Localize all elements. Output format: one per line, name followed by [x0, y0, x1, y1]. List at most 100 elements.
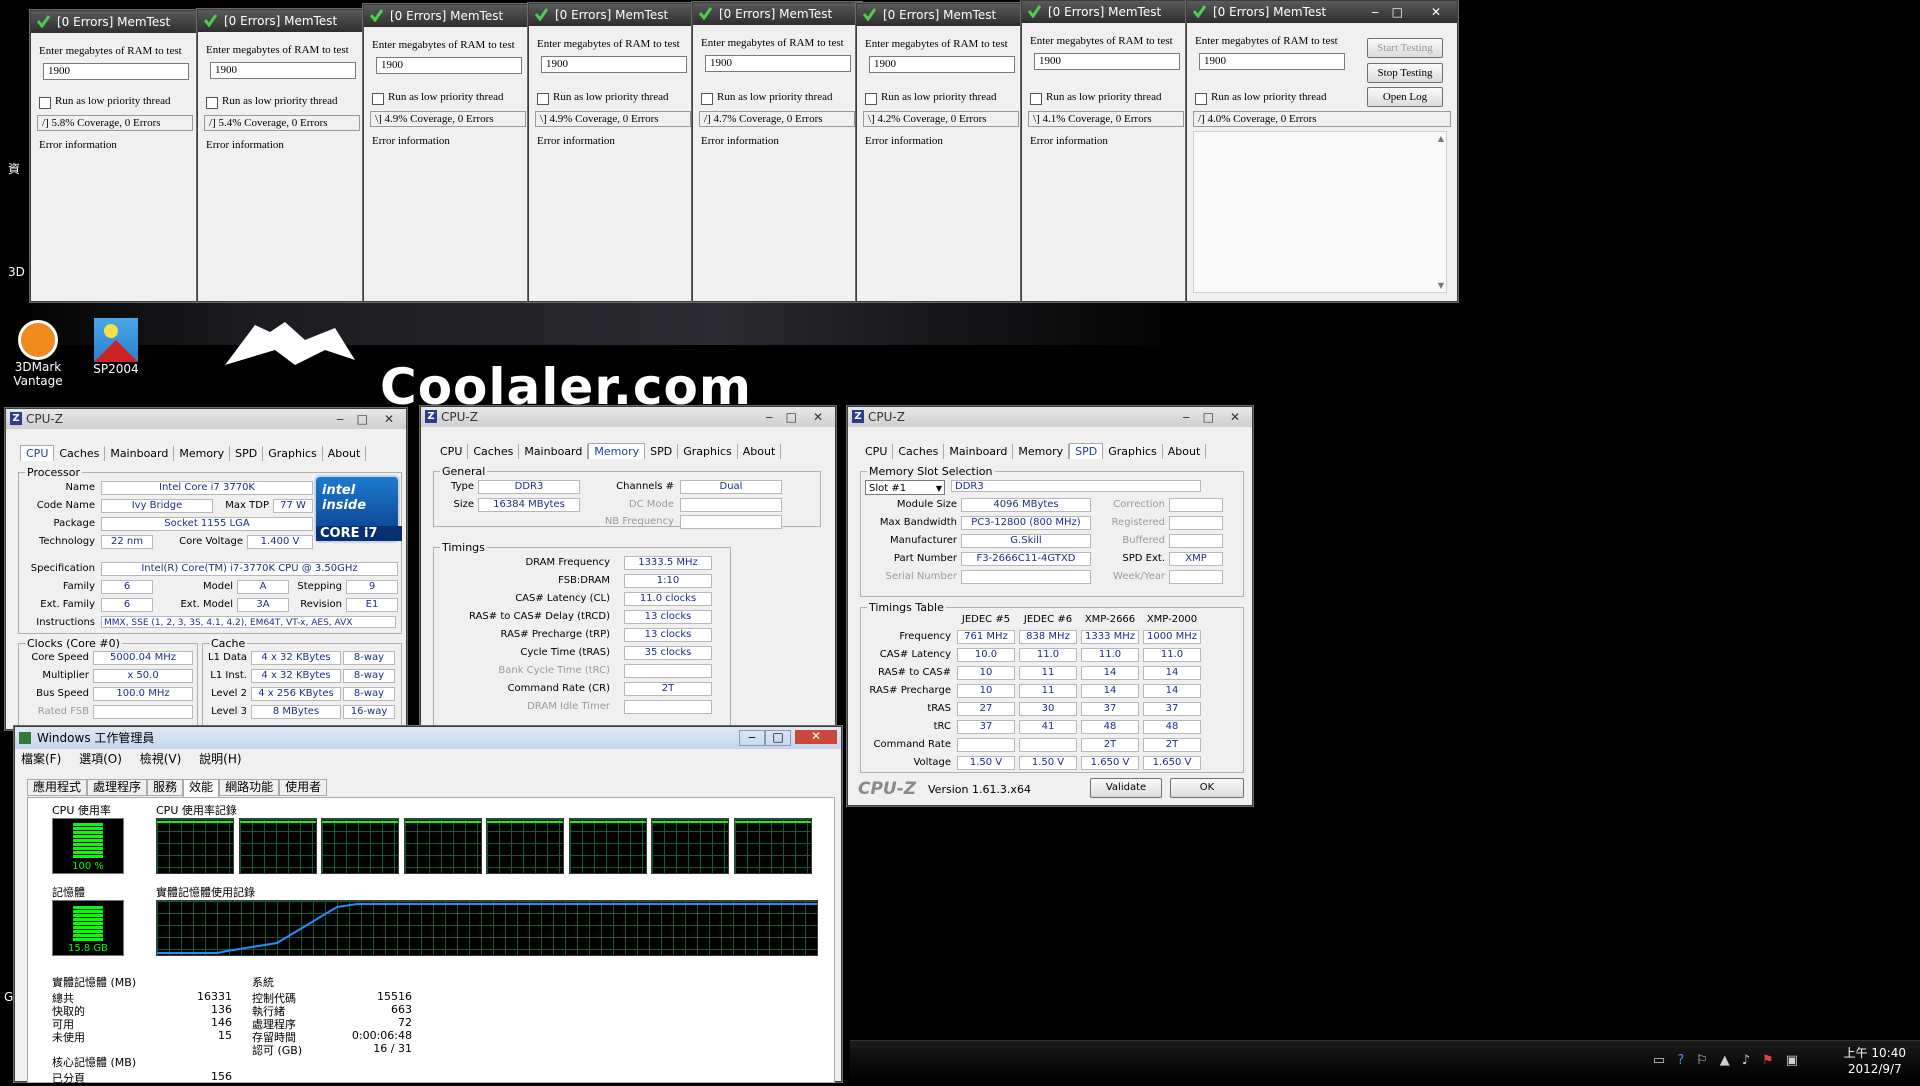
memtest-titlebar: [0 Errors] MemTest — [1022, 1, 1190, 23]
ram-amount-input[interactable]: 1900 — [869, 56, 1015, 73]
low-priority-checkbox[interactable] — [39, 97, 51, 109]
ram-amount-input[interactable]: 1900 — [1034, 53, 1180, 70]
ram-amount-input[interactable]: 1900 — [705, 55, 851, 72]
tab-spd[interactable]: SPD — [230, 446, 264, 461]
ram-amount-input[interactable]: 1900 — [1199, 53, 1345, 70]
maximize-icon[interactable]: □ — [1392, 1, 1403, 23]
menu-file[interactable]: 檔案(F) — [21, 752, 61, 766]
tab-mainboard[interactable]: Mainboard — [519, 444, 589, 459]
low-priority-checkbox[interactable] — [865, 93, 877, 105]
tab-memory[interactable]: Memory — [174, 446, 231, 461]
tab-mainboard[interactable]: Mainboard — [105, 446, 175, 461]
cpuz-titlebar: Z CPU-Z ‒ □ ✕ — [421, 407, 835, 427]
flag-icon[interactable]: ⚑ — [1762, 1053, 1786, 1068]
error-log-textarea[interactable]: ▲ ▼ — [1193, 131, 1447, 293]
tab-caches[interactable]: Caches — [893, 444, 945, 459]
help-icon[interactable]: ? — [1677, 1053, 1696, 1068]
slot-select[interactable]: Slot #1 ▼ — [865, 480, 945, 495]
group-title: Timings Table — [867, 601, 946, 614]
network-icon[interactable]: ⚐ — [1696, 1053, 1720, 1068]
ram-amount-input[interactable]: 1900 — [376, 57, 522, 74]
tab-cpu[interactable]: CPU — [20, 445, 55, 461]
menu-options[interactable]: 選項(O) — [79, 752, 122, 766]
display-icon[interactable]: ▣ — [1786, 1053, 1810, 1068]
low-priority-checkbox[interactable] — [206, 97, 218, 109]
tab-users[interactable]: 使用者 — [279, 779, 328, 796]
close-icon[interactable]: ✕ — [384, 409, 394, 429]
close-icon[interactable]: ✕ — [813, 407, 823, 427]
error-info-label: Error information — [206, 139, 284, 151]
cpu-core-graph — [568, 818, 647, 874]
scroll-up-icon[interactable]: ▲ — [1438, 134, 1444, 143]
row-value: 16 / 31 — [373, 1042, 412, 1055]
tab-about[interactable]: About — [323, 446, 367, 461]
tab-caches[interactable]: Caches — [468, 444, 520, 459]
tab-networking[interactable]: 網路功能 — [219, 779, 280, 796]
timing-cell: 37 — [957, 720, 1015, 734]
tab-memory[interactable]: Memory — [588, 443, 646, 459]
show-hidden-icon[interactable]: ▲ — [1720, 1053, 1742, 1068]
ram-amount-input[interactable]: 1900 — [43, 63, 189, 80]
low-priority-checkbox[interactable] — [1195, 93, 1207, 105]
minimize-icon[interactable]: ‒ — [1182, 407, 1190, 427]
low-priority-checkbox[interactable] — [372, 93, 384, 105]
desktop-icon-3dmark[interactable]: 3DMark Vantage — [6, 320, 70, 388]
cpu-core-graph — [403, 818, 482, 874]
volume-icon[interactable]: ♪ — [1742, 1053, 1762, 1068]
tab-cpu[interactable]: CPU — [435, 444, 469, 459]
ram-prompt-label: Enter megabytes of RAM to test — [39, 45, 182, 57]
maximize-icon[interactable]: □ — [357, 409, 368, 429]
tab-mainboard[interactable]: Mainboard — [944, 444, 1014, 459]
tab-cpu[interactable]: CPU — [860, 444, 894, 459]
tab-about[interactable]: About — [738, 444, 782, 459]
tab-spd[interactable]: SPD — [645, 444, 679, 459]
row-value: 72 — [398, 1016, 412, 1029]
close-icon[interactable]: ✕ — [1230, 407, 1240, 427]
minimize-icon[interactable]: ‒ — [1371, 1, 1379, 23]
clock[interactable]: 上午 10:40 2012/9/7 — [1844, 1045, 1906, 1077]
maximize-button[interactable]: □ — [765, 730, 791, 746]
ram-amount-input[interactable]: 1900 — [541, 56, 687, 73]
validate-button[interactable]: Validate — [1090, 778, 1162, 798]
stop-testing-button[interactable]: Stop Testing — [1367, 63, 1443, 83]
low-priority-checkbox[interactable] — [1030, 93, 1042, 105]
close-icon[interactable]: ✕ — [1431, 1, 1441, 23]
tab-graphics[interactable]: Graphics — [678, 444, 738, 459]
tab-graphics[interactable]: Graphics — [1103, 444, 1163, 459]
minimize-button[interactable]: ‒ — [739, 730, 765, 746]
ram-amount-input[interactable]: 1900 — [210, 62, 356, 79]
memtest-window: [0 Errors] MemTest Enter megabytes of RA… — [30, 10, 200, 302]
close-button[interactable]: ✕ — [795, 730, 837, 744]
tab-graphics[interactable]: Graphics — [263, 446, 323, 461]
open-log-button[interactable]: Open Log — [1367, 87, 1443, 107]
memtest-app-icon — [37, 15, 50, 28]
cpu-core-graph — [156, 818, 234, 874]
low-priority-label: Run as low priority thread — [1046, 91, 1162, 103]
keyboard-icon[interactable]: ▭ — [1653, 1053, 1677, 1068]
tab-caches[interactable]: Caches — [54, 446, 106, 461]
icon-label: Vantage — [13, 374, 63, 388]
low-priority-checkbox[interactable] — [537, 93, 549, 105]
menu-help[interactable]: 說明(H) — [199, 752, 241, 766]
ok-button[interactable]: OK — [1170, 778, 1244, 798]
error-info-label: Error information — [372, 135, 450, 147]
scroll-down-icon[interactable]: ▼ — [1438, 281, 1444, 290]
minimize-icon[interactable]: ‒ — [336, 409, 344, 429]
tab-applications[interactable]: 應用程式 — [27, 779, 88, 796]
tab-services[interactable]: 服務 — [147, 779, 184, 796]
maximize-icon[interactable]: □ — [786, 407, 797, 427]
tab-memory[interactable]: Memory — [1013, 444, 1070, 459]
model: A — [237, 580, 289, 594]
menu-view[interactable]: 檢視(V) — [140, 752, 182, 766]
maximize-icon[interactable]: □ — [1203, 407, 1214, 427]
tab-spd[interactable]: SPD — [1069, 443, 1104, 459]
tab-processes[interactable]: 處理程序 — [87, 779, 148, 796]
timing-cell: 11.0 — [1019, 648, 1077, 662]
tab-about[interactable]: About — [1163, 444, 1207, 459]
low-priority-checkbox[interactable] — [701, 93, 713, 105]
field-label: Instructions — [36, 617, 95, 628]
minimize-icon[interactable]: ‒ — [765, 407, 773, 427]
desktop-icon-sp2004[interactable]: SP2004 — [84, 318, 148, 376]
tab-performance[interactable]: 效能 — [183, 779, 220, 798]
start-testing-button[interactable]: Start Testing — [1367, 38, 1443, 58]
